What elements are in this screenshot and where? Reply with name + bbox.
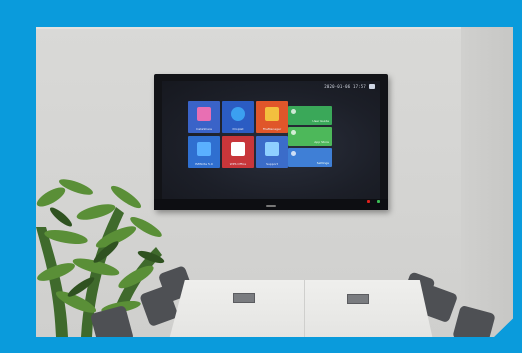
app-tile-label: EZWrite 5.0 <box>195 162 213 166</box>
network-icon <box>369 84 375 89</box>
conference-table <box>169 280 433 337</box>
ez-letter-icon <box>197 142 211 156</box>
globe-icon <box>231 107 245 121</box>
app-tile-support[interactable]: Support <box>256 136 288 168</box>
tv-logo <box>266 205 276 207</box>
power-led <box>366 200 370 203</box>
widget-settings[interactable]: Settings <box>288 148 332 167</box>
app-tile-wps[interactable]: WPS Office <box>222 136 254 168</box>
instashare-icon <box>197 107 211 121</box>
side-wall <box>461 27 513 337</box>
widget-label: User Guide <box>312 119 329 123</box>
widget-label: App Store <box>314 140 329 144</box>
office-photo: 2020-01-06 17:57 InstaShare Droplet File… <box>36 27 513 337</box>
tv-bezel-bottom <box>154 199 388 210</box>
table-port-left <box>233 293 255 303</box>
widget-label: Settings <box>316 161 329 165</box>
app-tile-instashare[interactable]: InstaShare <box>188 101 220 133</box>
table-port-right <box>347 294 369 304</box>
gear-icon <box>291 151 296 156</box>
clock-readout: 2020-01-06 17:57 <box>324 84 366 89</box>
store-icon <box>291 130 296 135</box>
app-tile-label: InstaShare <box>195 127 213 131</box>
folder-icon <box>265 107 279 121</box>
widget-app-store[interactable]: App Store <box>288 127 332 146</box>
status-led <box>377 200 380 203</box>
app-tile-label: WPS Office <box>229 162 247 166</box>
ceiling-line <box>36 27 513 29</box>
wps-w-icon <box>231 142 245 156</box>
support-bag-icon <box>265 142 279 156</box>
wall-tv: 2020-01-06 17:57 InstaShare Droplet File… <box>154 74 388 210</box>
tv-screen: 2020-01-06 17:57 InstaShare Droplet File… <box>162 81 380 199</box>
app-tile-filemanager[interactable]: FileManager <box>256 101 288 133</box>
app-tile-ezwrite[interactable]: EZWrite 5.0 <box>188 136 220 168</box>
app-tile-browser[interactable]: Droplet <box>222 101 254 133</box>
table-seam <box>304 280 305 337</box>
app-tile-label: Support <box>266 162 278 166</box>
guide-icon <box>291 109 296 114</box>
widget-user-guide[interactable]: User Guide <box>288 106 332 125</box>
tv-status-leds <box>365 188 380 207</box>
app-tile-label: Droplet <box>232 127 244 131</box>
app-tile-label: FileManager <box>262 127 282 131</box>
